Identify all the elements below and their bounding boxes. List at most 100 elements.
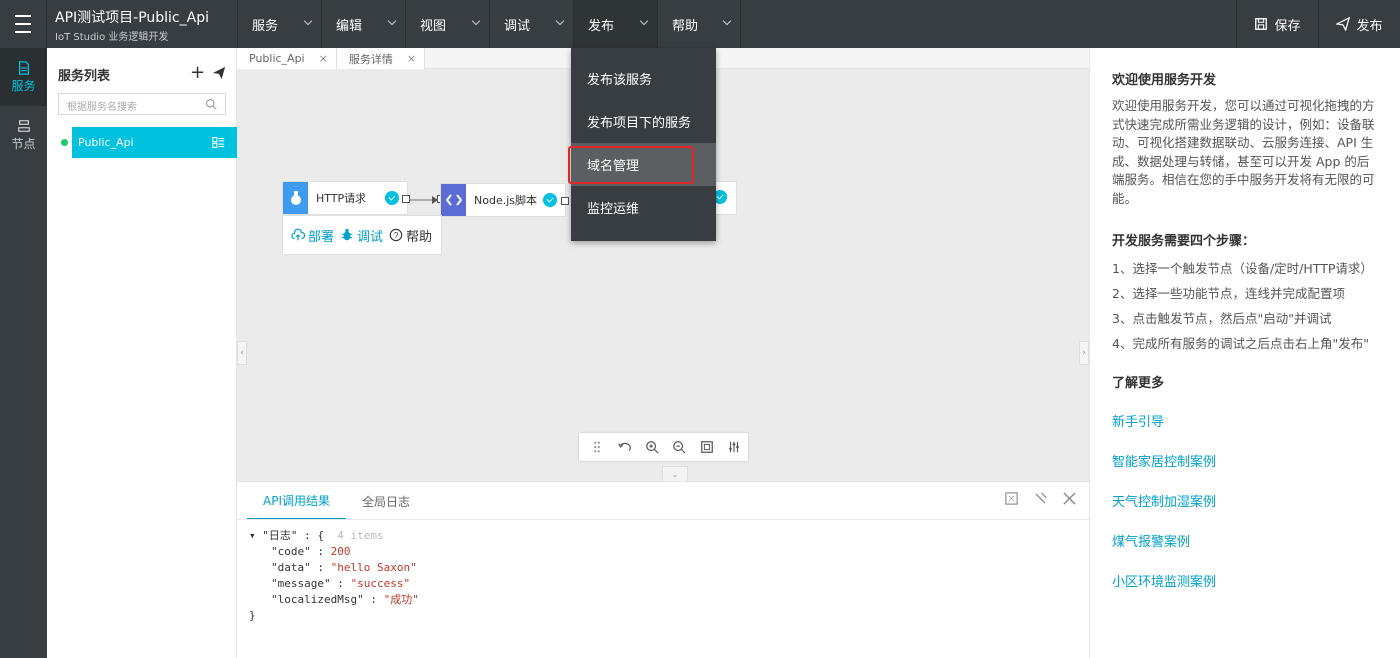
bug-icon <box>341 228 353 241</box>
json-viewer: ▾ "日志" : { 4 items "code" : 200 "data" :… <box>249 528 419 624</box>
publish-label: 发布 <box>1356 18 1383 34</box>
highlight-annotation <box>568 146 694 184</box>
link-gas-alarm[interactable]: 煤气报警案例 <box>1112 531 1190 550</box>
search-icon <box>205 98 217 110</box>
caret-down-icon[interactable]: ▾ <box>249 529 262 542</box>
save-button[interactable]: 保存 <box>1236 0 1318 48</box>
step-item: 1、选择一个触发节点（设备/定时/HTTP请求） <box>1112 261 1373 276</box>
service-search-input[interactable]: 根据服务名搜索 <box>58 93 226 115</box>
json-root[interactable]: ▾ "日志" : { 4 items <box>249 528 419 544</box>
debug-button[interactable]: 调试 <box>340 226 383 245</box>
rail-item-service[interactable]: 服务 <box>0 48 47 106</box>
save-icon <box>1255 18 1268 30</box>
welcome-text: 欢迎使用服务开发，您可以通过可视化拖拽的方式快速完成所需业务逻辑的设计，例如：设… <box>1112 98 1375 206</box>
main-menu: 服务 编辑 视图 调试 发布 帮助 <box>237 0 741 48</box>
cloud-upload-icon <box>291 228 305 241</box>
json-key: "message" <box>271 577 331 590</box>
menu-service[interactable]: 服务 <box>237 0 321 48</box>
service-item-public-api[interactable]: Public_Api <box>72 127 237 158</box>
zoom-in-icon[interactable] <box>638 433 666 461</box>
chevron-down-icon <box>303 16 313 26</box>
rail-item-node[interactable]: 节点 <box>0 106 47 164</box>
tab-service-detail[interactable]: 服务详情 × <box>336 48 426 69</box>
link-weather-humidifier[interactable]: 天气控制加湿案例 <box>1112 491 1216 510</box>
send-icon[interactable] <box>212 66 226 80</box>
settings-sliders-icon[interactable] <box>721 433 749 461</box>
close-icon[interactable]: × <box>407 52 416 65</box>
tab-global-log[interactable]: 全局日志 <box>346 482 426 520</box>
drag-handle-icon[interactable] <box>583 433 611 461</box>
json-key: "日志" <box>262 529 298 542</box>
node-label: Node.js脚本 <box>474 194 537 207</box>
publish-button[interactable]: 发布 <box>1318 0 1400 48</box>
tab-label: 服务详情 <box>348 52 393 66</box>
menu-help[interactable]: 帮助 <box>657 0 741 48</box>
top-bar: API测试项目-Public_Api IoT Studio 业务逻辑开发 服务 … <box>0 0 1400 48</box>
rail-label: 节点 <box>11 136 36 151</box>
close-icon[interactable] <box>1062 491 1077 506</box>
canvas-toolbar <box>579 433 748 461</box>
menu-label: 发布 <box>588 18 615 34</box>
node-actions-bar: 部署 调试 ? 帮助 <box>283 216 441 254</box>
collapse-left-icon[interactable]: ‹ <box>237 341 247 365</box>
step-item: 3、点击触发节点，然后点"启动"并调试 <box>1112 311 1332 326</box>
service-list-title: 服务列表 <box>58 69 111 84</box>
menu-edit[interactable]: 编辑 <box>321 0 405 48</box>
link-smart-home[interactable]: 智能家居控制案例 <box>1112 451 1216 470</box>
help-label: 帮助 <box>406 229 433 245</box>
drawer-toggle-icon[interactable]: ⌄ <box>662 466 688 481</box>
link-community-monitoring[interactable]: 小区环境监测案例 <box>1112 571 1216 590</box>
result-tabs: API调用结果 全局日志 <box>247 482 426 520</box>
panel-controls <box>1004 491 1077 506</box>
json-key: "code" <box>271 545 311 558</box>
help-panel: 欢迎使用服务开发 欢迎使用服务开发，您可以通过可视化拖拽的方式快速完成所需业务逻… <box>1089 48 1400 658</box>
search-placeholder: 根据服务名搜索 <box>67 102 137 113</box>
menu-item-publish-project-services[interactable]: 发布项目下的服务 <box>571 100 716 143</box>
divider <box>237 519 1089 520</box>
menu-item-monitoring[interactable]: 监控运维 <box>571 186 716 229</box>
menu-debug[interactable]: 调试 <box>489 0 573 48</box>
output-port[interactable] <box>561 197 569 205</box>
result-panel: API调用结果 全局日志 ▾ "日志" : { 4 items "code" :… <box>237 481 1089 658</box>
steps-title: 开发服务需要四个步骤： <box>1112 234 1256 249</box>
undo-icon[interactable] <box>611 433 639 461</box>
menu-item-publish-service[interactable]: 发布该服务 <box>571 57 716 100</box>
debug-label: 调试 <box>357 229 384 245</box>
json-value: "success" <box>350 577 411 590</box>
tab-public-api[interactable]: Public_Api × <box>237 48 337 69</box>
output-port[interactable] <box>402 195 410 203</box>
node-label: HTTP请求 <box>316 192 367 205</box>
top-actions: 保存 发布 <box>1236 0 1400 48</box>
close-icon[interactable]: × <box>319 52 328 65</box>
add-service-icon[interactable]: + <box>190 62 205 83</box>
help-button[interactable]: ? 帮助 <box>389 226 432 245</box>
service-item-label: Public_Api <box>78 136 134 149</box>
hamburger-menu-button[interactable] <box>0 0 47 48</box>
fit-screen-icon[interactable] <box>693 433 721 461</box>
deploy-label: 部署 <box>308 229 335 245</box>
menu-publish[interactable]: 发布 <box>573 0 657 48</box>
help-icon: ? <box>389 228 403 242</box>
save-label: 保存 <box>1274 18 1301 34</box>
expand-icon[interactable] <box>1004 491 1019 506</box>
rail-label: 服务 <box>11 78 36 93</box>
http-request-icon <box>283 182 308 214</box>
link-beginner-guide[interactable]: 新手引导 <box>1112 411 1164 430</box>
publish-dropdown-menu: 发布该服务 发布项目下的服务 域名管理 监控运维 <box>568 48 716 241</box>
check-icon <box>385 191 399 205</box>
list-detail-icon[interactable] <box>212 136 225 149</box>
zoom-out-icon[interactable] <box>666 433 694 461</box>
menu-label: 服务 <box>252 18 279 34</box>
tab-api-result[interactable]: API调用结果 <box>247 482 346 520</box>
hamburger-icon <box>15 12 31 36</box>
clear-icon[interactable] <box>1033 491 1048 506</box>
json-key: "data" <box>271 561 311 574</box>
welcome-title: 欢迎使用服务开发 <box>1112 73 1217 88</box>
chevron-down-icon <box>387 16 397 26</box>
collapse-right-icon[interactable]: › <box>1079 341 1089 365</box>
chevron-down-icon <box>471 16 481 26</box>
menu-view[interactable]: 视图 <box>405 0 489 48</box>
deploy-button[interactable]: 部署 <box>291 226 334 245</box>
status-dot <box>61 139 68 146</box>
menu-label: 调试 <box>504 18 531 34</box>
